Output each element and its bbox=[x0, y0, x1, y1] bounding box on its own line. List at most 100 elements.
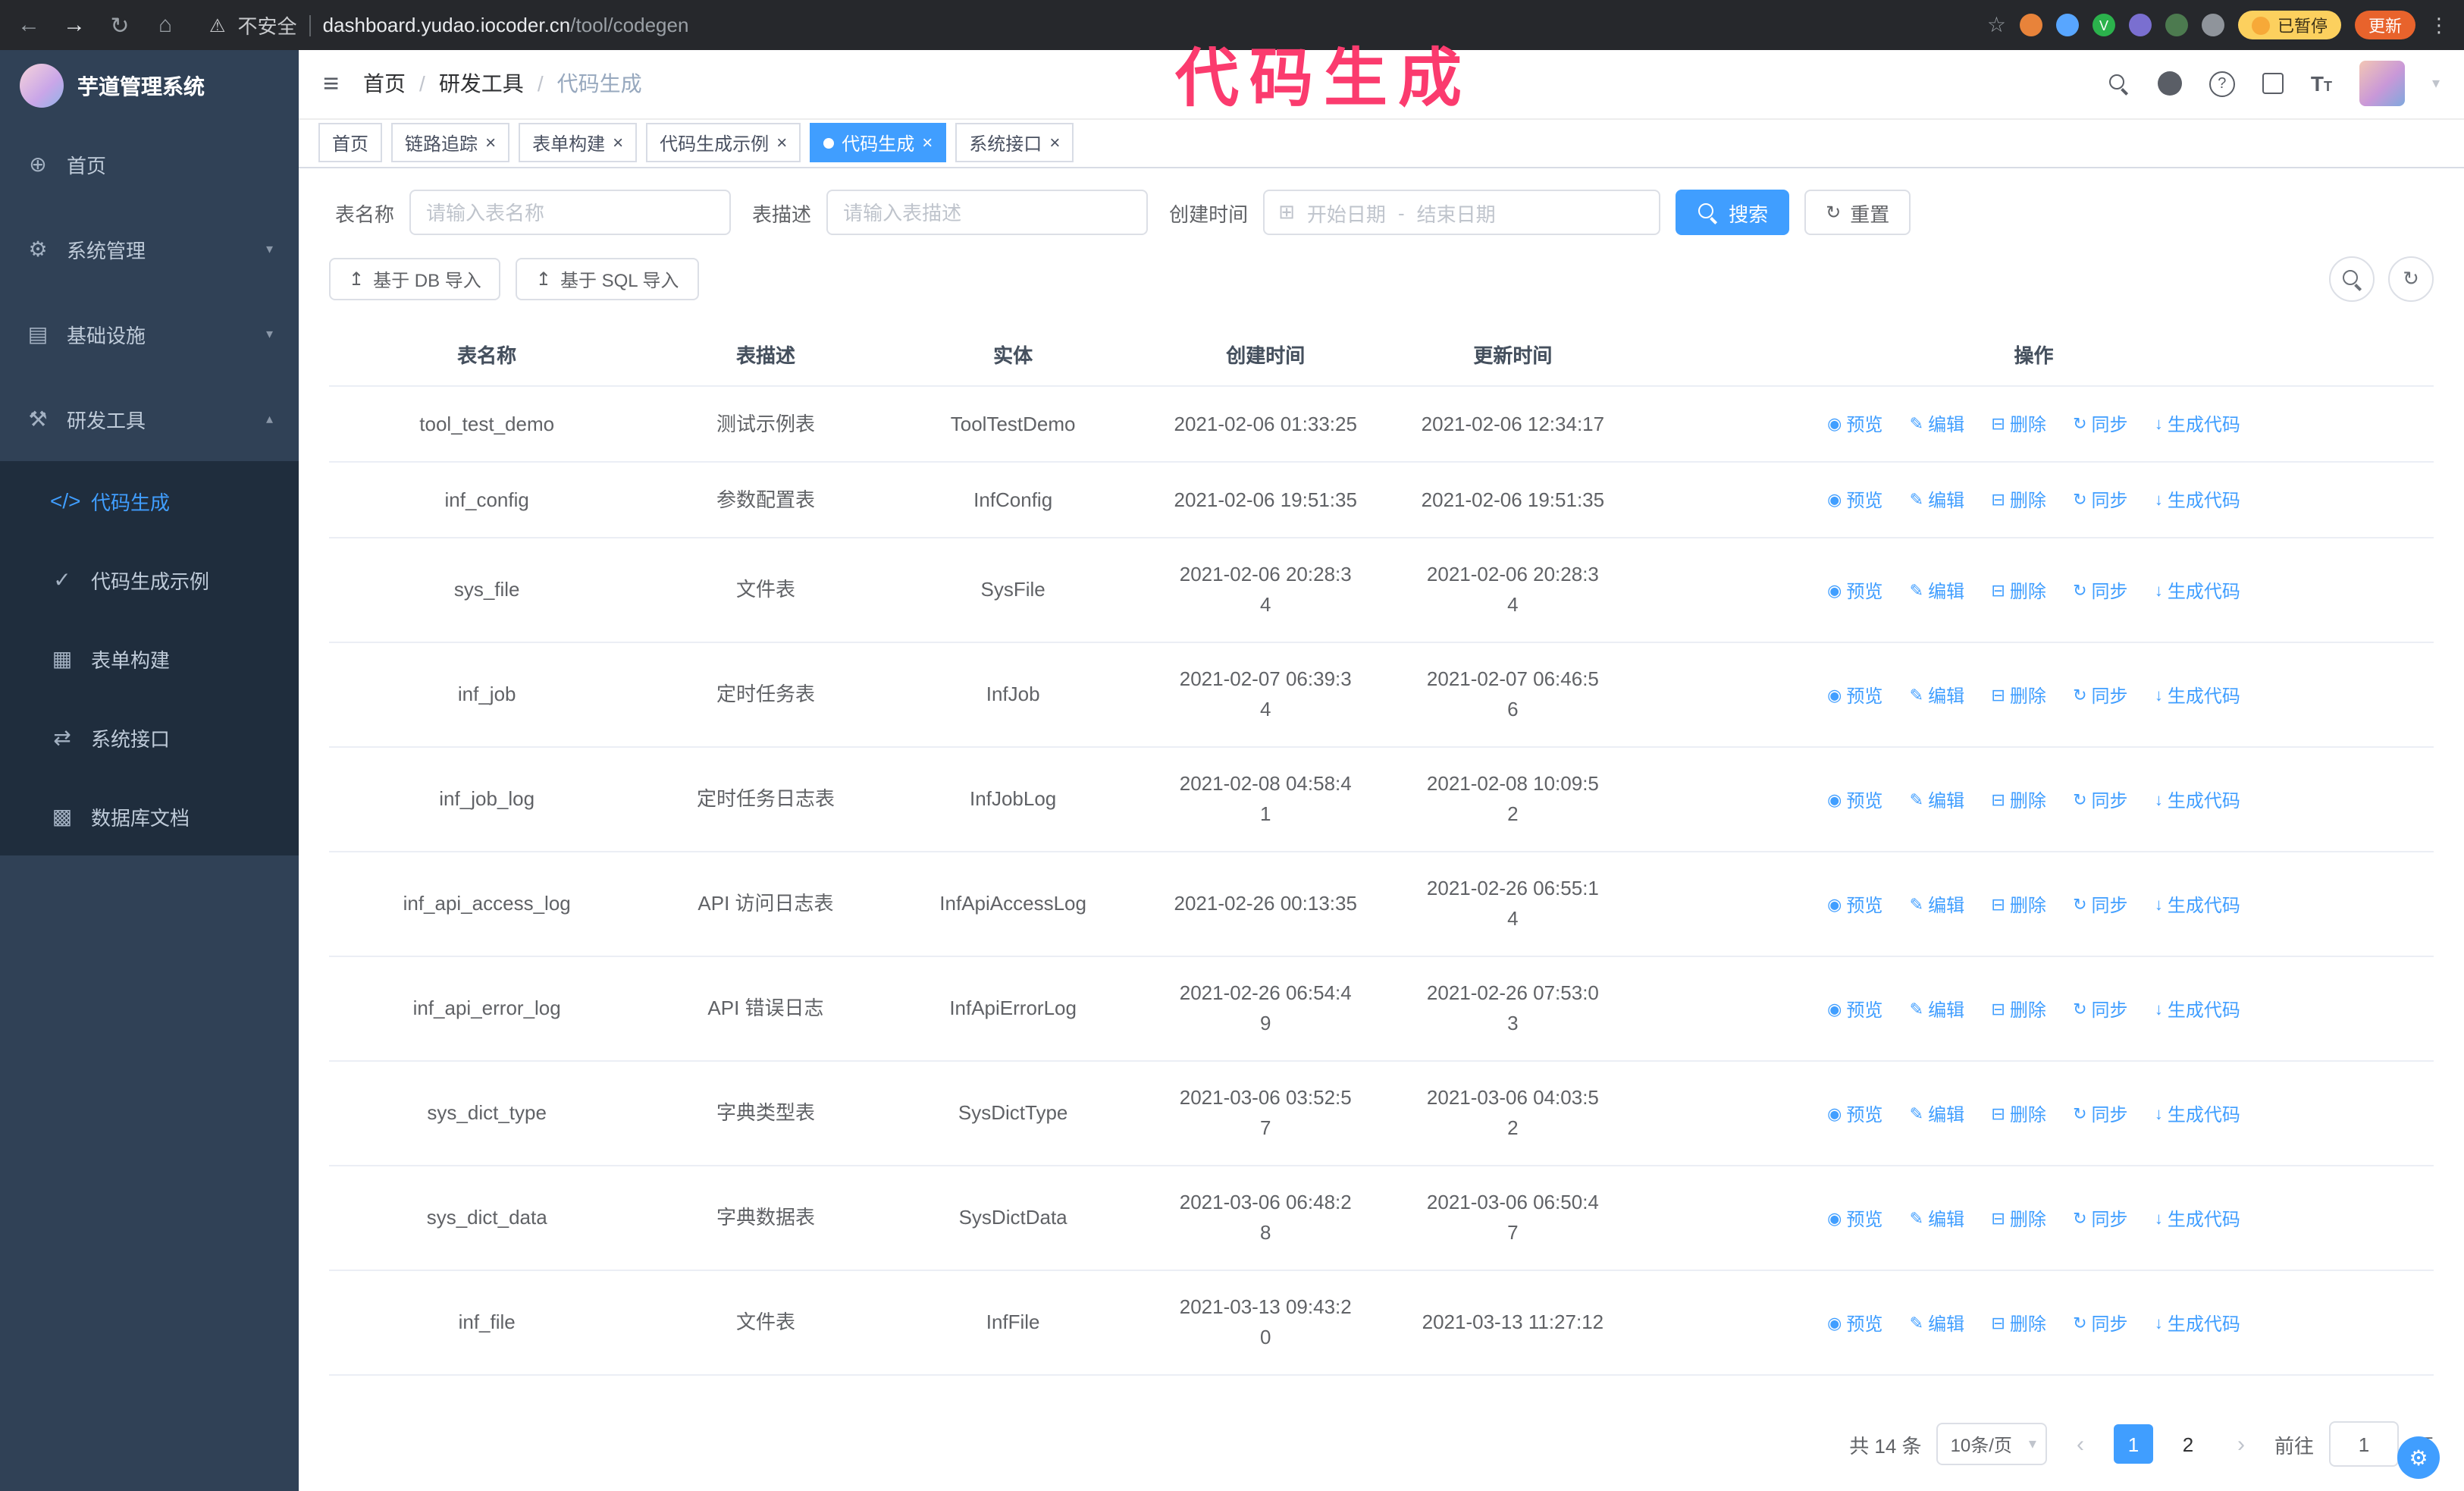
reload-icon[interactable]: ↻ bbox=[106, 11, 133, 39]
home-icon[interactable]: ⌂ bbox=[152, 12, 179, 38]
sidebar-item-infrastructure[interactable]: ▤ 基础设施 ▾ bbox=[0, 291, 299, 376]
generate-code-link[interactable]: ↓ 生成代码 bbox=[2155, 785, 2240, 815]
generate-code-link[interactable]: ↓ 生成代码 bbox=[2155, 410, 2240, 440]
fullscreen-icon[interactable] bbox=[2262, 73, 2284, 95]
delete-link[interactable]: ⊟ 删除 bbox=[1991, 785, 2045, 815]
delete-link[interactable]: ⊟ 删除 bbox=[1991, 680, 2045, 711]
table-desc-input[interactable] bbox=[826, 190, 1149, 235]
preview-link[interactable]: ◉ 预览 bbox=[1827, 576, 1882, 606]
font-size-icon[interactable]: TT bbox=[2311, 72, 2332, 96]
preview-link[interactable]: ◉ 预览 bbox=[1827, 485, 1882, 516]
preview-link[interactable]: ◉ 预览 bbox=[1827, 410, 1882, 440]
delete-link[interactable]: ⊟ 删除 bbox=[1991, 890, 2045, 920]
date-range-picker[interactable]: ⊞ 开始日期 - 结束日期 bbox=[1263, 190, 1661, 235]
floating-help-button[interactable]: ⚙ bbox=[2397, 1436, 2440, 1479]
update-button[interactable]: 更新 bbox=[2355, 11, 2415, 39]
tab-codegen-example[interactable]: 代码生成示例 × bbox=[646, 123, 801, 163]
sidebar-item-db-doc[interactable]: ▩ 数据库文档 bbox=[0, 777, 299, 855]
tab-form-builder[interactable]: 表单构建 × bbox=[519, 123, 638, 163]
edit-link[interactable]: ✎ 编辑 bbox=[1910, 890, 1964, 920]
delete-link[interactable]: ⊟ 删除 bbox=[1991, 994, 2045, 1025]
sync-link[interactable]: ↻ 同步 bbox=[2073, 1099, 2127, 1129]
sidebar-item-form-builder[interactable]: ▦ 表单构建 bbox=[0, 619, 299, 698]
search-icon[interactable] bbox=[2108, 73, 2130, 96]
delete-link[interactable]: ⊟ 删除 bbox=[1991, 485, 2045, 516]
close-icon[interactable]: × bbox=[485, 134, 496, 152]
back-icon[interactable]: ← bbox=[15, 12, 42, 38]
sidebar-collapse-icon[interactable]: ≡ bbox=[323, 68, 339, 100]
page-button-1[interactable]: 1 bbox=[2113, 1424, 2153, 1464]
edit-link[interactable]: ✎ 编辑 bbox=[1910, 994, 1964, 1025]
sync-link[interactable]: ↻ 同步 bbox=[2073, 1308, 2127, 1339]
edit-link[interactable]: ✎ 编辑 bbox=[1910, 576, 1964, 606]
tab-tracing[interactable]: 链路追踪 × bbox=[391, 123, 510, 163]
breadcrumb-home[interactable]: 首页 bbox=[363, 69, 406, 99]
address-bar[interactable]: ⚠ 不安全 dashboard.yudao.iocoder.cn/tool/co… bbox=[209, 11, 688, 39]
preview-link[interactable]: ◉ 预览 bbox=[1827, 785, 1882, 815]
edit-link[interactable]: ✎ 编辑 bbox=[1910, 1308, 1964, 1339]
avatar-caret-icon[interactable]: ▾ bbox=[2432, 76, 2440, 93]
sync-link[interactable]: ↻ 同步 bbox=[2073, 485, 2127, 516]
sync-link[interactable]: ↻ 同步 bbox=[2073, 576, 2127, 606]
page-size-select[interactable]: 10条/页 ▾ bbox=[1936, 1423, 2047, 1465]
generate-code-link[interactable]: ↓ 生成代码 bbox=[2155, 1308, 2240, 1339]
tab-home[interactable]: 首页 bbox=[318, 123, 383, 163]
edit-link[interactable]: ✎ 编辑 bbox=[1910, 680, 1964, 711]
delete-link[interactable]: ⊟ 删除 bbox=[1991, 576, 2045, 606]
next-page-button[interactable]: › bbox=[2223, 1424, 2259, 1464]
close-icon[interactable]: × bbox=[922, 134, 933, 152]
sync-link[interactable]: ↻ 同步 bbox=[2073, 1204, 2127, 1234]
import-db-button[interactable]: ↥ 基于 DB 导入 bbox=[329, 258, 501, 300]
close-icon[interactable]: × bbox=[1049, 134, 1060, 152]
table-name-input[interactable] bbox=[409, 190, 732, 235]
page-button-2[interactable]: 2 bbox=[2168, 1424, 2208, 1464]
sidebar-item-codegen-example[interactable]: ✓ 代码生成示例 bbox=[0, 540, 299, 619]
generate-code-link[interactable]: ↓ 生成代码 bbox=[2155, 576, 2240, 606]
generate-code-link[interactable]: ↓ 生成代码 bbox=[2155, 680, 2240, 711]
browser-menu-icon[interactable]: ⋮ bbox=[2429, 13, 2449, 37]
refresh-table-button[interactable]: ↻ bbox=[2388, 256, 2434, 302]
extension-icon-purple[interactable] bbox=[2129, 14, 2152, 36]
delete-link[interactable]: ⊟ 删除 bbox=[1991, 1308, 2045, 1339]
toggle-search-button[interactable] bbox=[2329, 256, 2375, 302]
edit-link[interactable]: ✎ 编辑 bbox=[1910, 1204, 1964, 1234]
generate-code-link[interactable]: ↓ 生成代码 bbox=[2155, 485, 2240, 516]
goto-page-input[interactable] bbox=[2328, 1421, 2399, 1467]
edit-link[interactable]: ✎ 编辑 bbox=[1910, 410, 1964, 440]
tab-system-api[interactable]: 系统接口 × bbox=[955, 123, 1074, 163]
help-icon[interactable]: ? bbox=[2209, 71, 2235, 97]
extensions-puzzle-icon[interactable] bbox=[2202, 14, 2224, 36]
generate-code-link[interactable]: ↓ 生成代码 bbox=[2155, 1204, 2240, 1234]
generate-code-link[interactable]: ↓ 生成代码 bbox=[2155, 994, 2240, 1025]
user-avatar[interactable] bbox=[2359, 61, 2405, 107]
extension-icon-dark-green[interactable] bbox=[2165, 14, 2188, 36]
sync-link[interactable]: ↻ 同步 bbox=[2073, 410, 2127, 440]
preview-link[interactable]: ◉ 预览 bbox=[1827, 994, 1882, 1025]
edit-link[interactable]: ✎ 编辑 bbox=[1910, 785, 1964, 815]
sync-link[interactable]: ↻ 同步 bbox=[2073, 680, 2127, 711]
edit-link[interactable]: ✎ 编辑 bbox=[1910, 485, 1964, 516]
delete-link[interactable]: ⊟ 删除 bbox=[1991, 410, 2045, 440]
extension-icon-blue-drop[interactable] bbox=[2056, 14, 2079, 36]
search-button[interactable]: 搜索 bbox=[1676, 190, 1790, 235]
generate-code-link[interactable]: ↓ 生成代码 bbox=[2155, 1099, 2240, 1129]
sync-link[interactable]: ↻ 同步 bbox=[2073, 994, 2127, 1025]
sync-link[interactable]: ↻ 同步 bbox=[2073, 785, 2127, 815]
prev-page-button[interactable]: ‹ bbox=[2062, 1424, 2099, 1464]
forward-icon[interactable]: → bbox=[61, 12, 88, 38]
delete-link[interactable]: ⊟ 删除 bbox=[1991, 1204, 2045, 1234]
sidebar-item-system-api[interactable]: ⇄ 系统接口 bbox=[0, 698, 299, 777]
edit-link[interactable]: ✎ 编辑 bbox=[1910, 1099, 1964, 1129]
sidebar-item-dev-tools[interactable]: ⚒ 研发工具 ▴ bbox=[0, 376, 299, 461]
breadcrumb-dev-tools[interactable]: 研发工具 bbox=[439, 69, 524, 99]
import-sql-button[interactable]: ↥ 基于 SQL 导入 bbox=[516, 258, 699, 300]
sidebar-item-system-mgmt[interactable]: ⚙ 系统管理 ▾ bbox=[0, 206, 299, 291]
sync-link[interactable]: ↻ 同步 bbox=[2073, 890, 2127, 920]
tab-codegen[interactable]: 代码生成 × bbox=[810, 123, 947, 163]
close-icon[interactable]: × bbox=[776, 134, 787, 152]
extension-icon-orange[interactable] bbox=[2020, 14, 2042, 36]
paused-badge[interactable]: 已暂停 bbox=[2238, 11, 2341, 39]
bookmark-star-icon[interactable]: ☆ bbox=[1987, 12, 2006, 38]
reset-button[interactable]: ↻ 重置 bbox=[1804, 190, 1911, 235]
extension-icon-green-v[interactable]: V bbox=[2093, 14, 2115, 36]
